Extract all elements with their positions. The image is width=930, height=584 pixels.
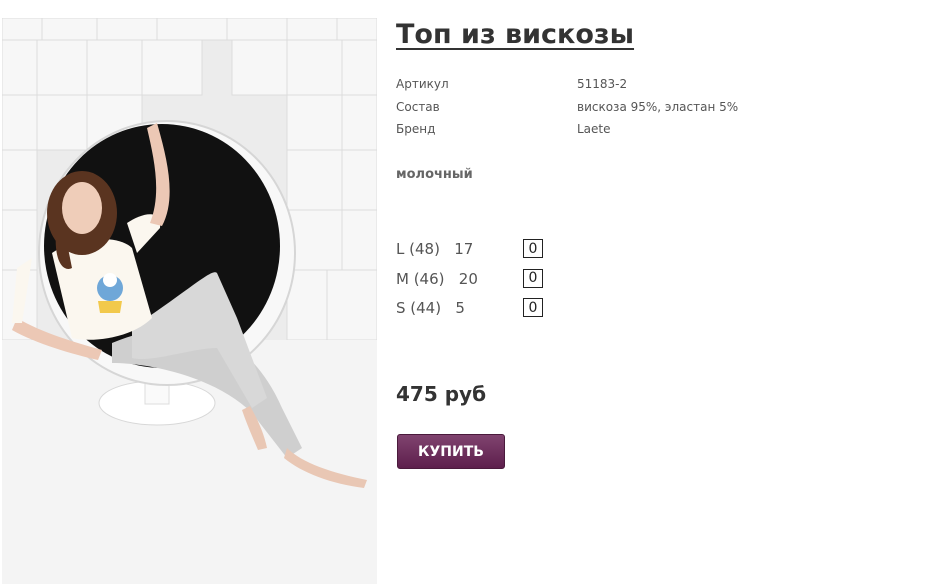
size-quantity-input[interactable] bbox=[523, 298, 543, 317]
size-row-m: M (46) 20 bbox=[396, 267, 596, 297]
size-label: M (46) 20 bbox=[396, 269, 478, 288]
size-label: L (48) 17 bbox=[396, 240, 474, 258]
attribute-value: вискоза 95%, эластан 5% bbox=[577, 99, 739, 114]
attribute-row-brand: Бренд Laete bbox=[396, 122, 816, 145]
attribute-key: Состав bbox=[396, 99, 440, 114]
attribute-value: Laete bbox=[577, 122, 611, 136]
size-row-l: L (48) 17 bbox=[396, 237, 596, 267]
size-row-s: S (44) 5 bbox=[396, 296, 596, 326]
size-quantity-input[interactable] bbox=[523, 239, 543, 258]
product-photo-illustration bbox=[2, 18, 377, 584]
product-photo bbox=[2, 18, 377, 584]
product-price: 475 руб bbox=[396, 382, 487, 406]
buy-button[interactable]: КУПИТЬ bbox=[397, 434, 505, 469]
product-title-link[interactable]: Топ из вискозы bbox=[396, 19, 634, 50]
color-name: молочный bbox=[396, 167, 473, 182]
size-quantity-input[interactable] bbox=[523, 268, 543, 288]
size-label: S (44) 5 bbox=[396, 299, 465, 317]
attribute-value: 51183-2 bbox=[577, 77, 628, 91]
attribute-key: Артикул bbox=[396, 77, 449, 91]
attribute-key: Бренд bbox=[396, 122, 436, 136]
product-attributes: Артикул 51183-2 Состав вискоза 95%, элас… bbox=[396, 77, 816, 145]
attribute-row-article: Артикул 51183-2 bbox=[396, 77, 816, 100]
attribute-row-composition: Состав вискоза 95%, эластан 5% bbox=[396, 100, 816, 123]
size-list: L (48) 17 M (46) 20 S (44) 5 bbox=[396, 237, 596, 326]
